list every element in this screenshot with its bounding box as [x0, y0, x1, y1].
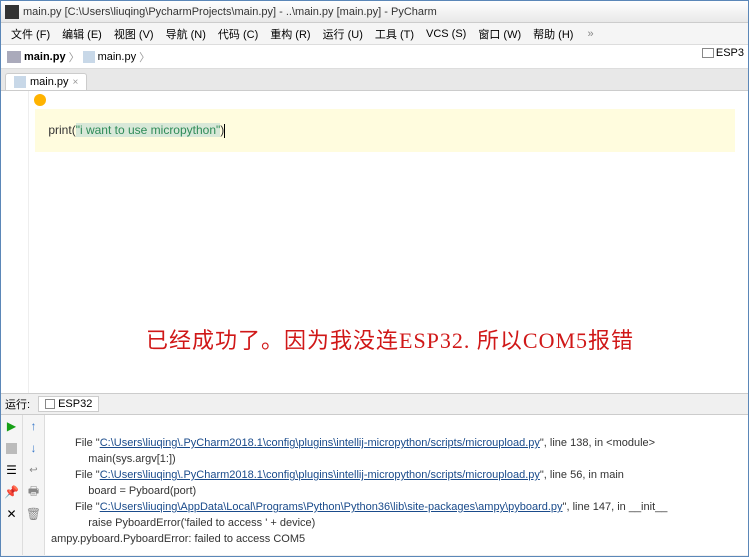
editor-tabs: main.py ×: [1, 69, 748, 91]
right-target[interactable]: ESP3: [702, 47, 744, 59]
run-label: 运行:: [1, 396, 34, 412]
menu-edit[interactable]: 编辑 (E): [56, 26, 108, 42]
app-icon: [5, 5, 19, 19]
pin-icon[interactable]: 📌: [5, 485, 19, 499]
console-text: File ": [75, 469, 100, 481]
folder-icon: [7, 51, 21, 63]
target-icon: [702, 48, 714, 58]
menu-nav[interactable]: 导航 (N): [160, 26, 212, 42]
breadcrumb: main.py 〉 main.py 〉: [1, 45, 748, 69]
close-panel-icon[interactable]: ✕: [5, 507, 19, 521]
stop-icon[interactable]: [5, 441, 19, 455]
close-icon[interactable]: ×: [73, 77, 79, 88]
console-link[interactable]: C:\Users\liuqing\.PyCharm2018.1\config\p…: [100, 469, 540, 481]
console-error: ampy.pyboard.PyboardError: failed to acc…: [51, 533, 305, 545]
code-token: print: [48, 123, 71, 137]
menu-refactor[interactable]: 重构 (R): [264, 26, 316, 42]
menu-window[interactable]: 窗口 (W): [472, 26, 527, 42]
tab-label: main.py: [30, 76, 69, 88]
crumb-sep-icon: 〉: [139, 49, 150, 65]
console-text: raise PyboardError('failed to access ' +…: [88, 517, 315, 529]
run-toolwindow-header: 运行: ESP32: [1, 393, 748, 415]
console-text: ", line 56, in main: [540, 469, 624, 481]
run-config-icon: [45, 399, 55, 409]
crumb-sep-icon: 〉: [69, 49, 80, 65]
annotation-text: 已经成功了。因为我没连ESP32. 所以COM5报错: [146, 323, 634, 355]
file-icon: [14, 76, 26, 88]
menu-file[interactable]: 文件 (F): [5, 26, 56, 42]
run-tab-label: ESP32: [58, 398, 92, 410]
menu-vcs[interactable]: VCS (S): [420, 28, 472, 40]
up-stack-icon[interactable]: ↑: [27, 419, 41, 433]
crumb-file[interactable]: main.py: [98, 51, 137, 63]
menu-help[interactable]: 帮助 (H): [527, 26, 579, 42]
code-editor[interactable]: p nt("hello world") print("i want to use…: [1, 91, 748, 393]
console-toolbar-2: ↑ ↓ ↩ 🖶 🗑: [23, 415, 45, 555]
target-label: ESP3: [716, 47, 744, 59]
text-cursor: [224, 124, 225, 138]
menu-overflow-icon[interactable]: »: [581, 28, 599, 40]
rerun-icon[interactable]: ▶: [5, 419, 19, 433]
title-bar: main.py [C:\Users\liuqing\PycharmProject…: [1, 1, 748, 23]
menu-bar: 文件 (F) 编辑 (E) 视图 (V) 导航 (N) 代码 (C) 重构 (R…: [1, 23, 748, 45]
console-link[interactable]: C:\Users\liuqing\AppData\Local\Programs\…: [100, 501, 563, 513]
console-text: File ": [75, 437, 100, 449]
tab-main-py[interactable]: main.py ×: [5, 73, 87, 90]
console-text: main(sys.argv[1:]): [88, 453, 175, 465]
crumb-root[interactable]: main.py: [24, 51, 66, 63]
console-text: ", line 147, in __init__: [563, 501, 668, 513]
console-text: File ": [75, 501, 100, 513]
console-text: board = Pyboard(port): [88, 485, 196, 497]
soft-wrap-icon[interactable]: ↩: [27, 463, 41, 477]
code-string: "i want to use micropython": [76, 123, 221, 137]
console-panel: ▶ ☰ 📌 ✕ ↑ ↓ ↩ 🖶 🗑 File "C:\Users\liuqing…: [1, 415, 748, 555]
file-icon: [83, 51, 95, 63]
menu-view[interactable]: 视图 (V): [108, 26, 160, 42]
console-link[interactable]: C:\Users\liuqing\.PyCharm2018.1\config\p…: [100, 437, 540, 449]
editor-gutter: [1, 91, 29, 393]
down-stack-icon[interactable]: ↓: [27, 441, 41, 455]
menu-run[interactable]: 运行 (U): [317, 26, 369, 42]
console-toolbar-left: ▶ ☰ 📌 ✕: [1, 415, 23, 555]
clear-icon[interactable]: 🗑: [27, 507, 41, 521]
console-output[interactable]: File "C:\Users\liuqing\.PyCharm2018.1\co…: [45, 415, 748, 555]
run-tab-esp32[interactable]: ESP32: [38, 396, 99, 412]
code-line-2: print("i want to use micropython"): [35, 109, 735, 152]
print-icon[interactable]: 🖶: [27, 485, 41, 499]
window-title: main.py [C:\Users\liuqing\PycharmProject…: [23, 6, 437, 18]
menu-tools[interactable]: 工具 (T): [369, 26, 420, 42]
layout-icon[interactable]: ☰: [5, 463, 19, 477]
console-text: ", line 138, in <module>: [540, 437, 655, 449]
menu-code[interactable]: 代码 (C): [212, 26, 264, 42]
